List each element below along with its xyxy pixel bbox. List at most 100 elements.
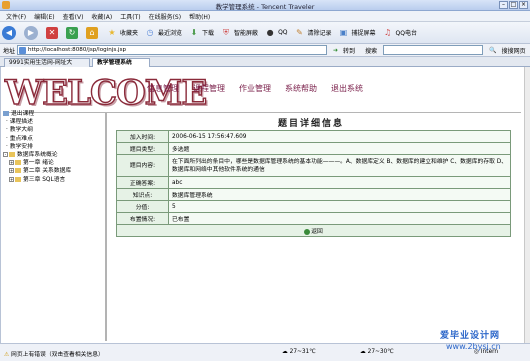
stop-button[interactable]: ✕ [46, 26, 60, 39]
weather-today: ☁ 27~31℃ [282, 349, 316, 355]
field-value: 多选题 [168, 142, 511, 155]
field-label: 题目内容: [116, 154, 169, 177]
search-web-button[interactable]: 搜搜网页 [502, 46, 526, 55]
stop-icon: ✕ [46, 26, 58, 39]
field-label: 正确答案: [116, 176, 169, 189]
main-nav: 信息管理 课程管理 作业管理 系统帮助 退出系统 [147, 83, 377, 94]
address-input[interactable]: http://localhost:8080/jsp/loginjs.jsp [17, 45, 328, 55]
tree-item-exit-course[interactable]: 退出课程 [3, 110, 103, 118]
tree-item-course-description[interactable]: · 课程描述 [3, 118, 103, 126]
capture-screen-button[interactable]: ▣ 捕捉屏幕 [338, 27, 376, 39]
frame-splitter[interactable] [105, 113, 107, 341]
page-icon [19, 47, 27, 54]
refresh-icon: ↻ [66, 26, 78, 39]
field-label: 知识点: [116, 188, 169, 201]
nav-logout[interactable]: 退出系统 [331, 83, 363, 94]
tab-teaching-system[interactable]: 教学管理系统 [92, 58, 150, 67]
search-icon[interactable]: 🔍 [489, 47, 496, 54]
tree-item-chapter-1[interactable]: + 第一章 绪论 [3, 159, 103, 167]
table-row: 加入时间: 2006-06-15 17:56:47.609 [116, 130, 511, 143]
smart-block-button[interactable]: ⛨ 智能屏蔽 [220, 27, 258, 39]
qq-icon: ● [266, 28, 274, 37]
table-row: 返回 [116, 224, 511, 237]
menu-view[interactable]: 查看(V) [63, 12, 84, 21]
search-input[interactable] [383, 45, 484, 55]
tree-item-syllabus[interactable]: · 教学大纲 [3, 126, 103, 134]
history-icon: ◷ [146, 28, 154, 37]
field-value: 已布置 [168, 212, 511, 225]
maximize-button[interactable]: □ [509, 1, 518, 9]
page-title: 题目详细信息 [277, 119, 344, 129]
tree-item-schedule[interactable]: · 教学安排 [3, 143, 103, 151]
back-button[interactable]: ◀ [2, 25, 18, 40]
field-value: 2006-06-15 17:56:47.609 [168, 130, 511, 143]
smart-block-label: 智能屏蔽 [234, 30, 259, 37]
collapse-toggle[interactable]: - [3, 152, 8, 158]
expand-toggle[interactable]: + [9, 176, 14, 182]
expand-toggle[interactable]: + [9, 168, 14, 174]
download-button[interactable]: ⬇ 下载 [188, 27, 214, 39]
field-label: 分值: [116, 200, 169, 213]
nav-system-help[interactable]: 系统帮助 [285, 83, 317, 94]
tree-item-chapter-2[interactable]: + 第二章 关系数据库 [3, 167, 103, 175]
tree-item-chapter-3[interactable]: + 第三章 SQL语言 [3, 176, 103, 184]
go-arrow-icon[interactable]: ➜ [333, 47, 338, 54]
tab-9991[interactable]: 9991实用生活网-网址大 [4, 58, 90, 67]
search-label: 搜索 [365, 47, 378, 55]
status-error-text[interactable]: ⚠ 网页上有错误（双击查看相关信息） [4, 349, 104, 358]
history-label: 最近浏览 [158, 30, 183, 37]
title-bar: 教学管理系统 - Tencent Traveler – □ × [0, 0, 530, 11]
field-value: 5 [168, 200, 511, 213]
field-value: 数据库管理系统 [168, 188, 511, 201]
menu-favorites[interactable]: 收藏(A) [91, 12, 112, 21]
go-button[interactable]: 转到 [343, 46, 355, 55]
clear-label: 清除记录 [307, 30, 332, 37]
page-viewport: WELCOME 信息管理 课程管理 作业管理 系统帮助 退出系统 退出课程 · … [0, 67, 524, 343]
back-link[interactable]: 返回 [304, 228, 323, 235]
tab-label: 教学管理系统 [97, 60, 132, 66]
tab-label: 9991实用生活网-网址大 [9, 60, 73, 66]
folder-icon [15, 160, 21, 166]
menu-help[interactable]: 帮助(H) [189, 12, 210, 21]
tree-item-database-intro[interactable]: - 数据库系统概论 [3, 151, 103, 159]
favorites-button[interactable]: ★ 收藏夹 [106, 27, 138, 39]
table-row: 题目内容: 在下面所列出的条目中，哪些是数据库管理系统的基本功能———。A、数据库… [116, 154, 511, 177]
nav-info-management[interactable]: 信息管理 [147, 83, 179, 94]
nav-course-management[interactable]: 课程管理 [193, 83, 225, 94]
history-button[interactable]: ◷ 最近浏览 [144, 27, 183, 39]
menu-bar: 文件(F) 编辑(E) 查看(V) 收藏(A) 工具(T) 在线服务(S) 帮助… [0, 11, 530, 22]
menu-edit[interactable]: 编辑(E) [34, 12, 54, 21]
capture-label: 捕捉屏幕 [351, 30, 376, 37]
minimize-button[interactable]: – [499, 1, 508, 9]
menu-online-services[interactable]: 在线服务(S) [149, 12, 182, 21]
table-row: 正确答案: abc [116, 176, 511, 189]
forward-button[interactable]: ▶ [24, 25, 40, 40]
home-icon: ⌂ [86, 26, 98, 39]
expand-toggle[interactable]: + [9, 160, 14, 166]
radio-label: QQ电台 [395, 30, 417, 37]
shield-icon: ⛨ [223, 27, 230, 37]
weather-tomorrow: ☁ 27~30℃ [360, 349, 394, 355]
forward-icon: ▶ [24, 25, 38, 40]
menu-file[interactable]: 文件(F) [6, 12, 26, 21]
folder-icon [3, 111, 9, 116]
home-button[interactable]: ⌂ [86, 26, 100, 39]
table-row: 知识点: 数据库管理系统 [116, 188, 511, 201]
menu-tools[interactable]: 工具(T) [120, 12, 140, 21]
vertical-scrollbar[interactable] [524, 67, 530, 343]
watermark-title: 爱毕业设计网 [440, 331, 501, 341]
tree-item-key-points[interactable]: · 重点难点 [3, 135, 103, 143]
back-cell: 返回 [116, 224, 511, 237]
back-icon: ◀ [2, 25, 16, 40]
favorites-icon: ★ [108, 28, 116, 37]
qq-radio-button[interactable]: ♫ QQ电台 [382, 27, 417, 39]
close-button[interactable]: × [519, 1, 528, 9]
refresh-button[interactable]: ↻ [66, 26, 80, 39]
address-bar: 地址 http://localhost:8080/jsp/loginjs.jsp… [0, 44, 530, 57]
cloud-icon: ☁ [282, 349, 288, 355]
nav-homework-management[interactable]: 作业管理 [239, 83, 271, 94]
clear-history-button[interactable]: ✎ 清除记录 [294, 27, 332, 39]
capture-icon: ▣ [339, 28, 348, 37]
qq-button[interactable]: ● QQ [264, 27, 288, 39]
folder-icon [15, 168, 21, 174]
